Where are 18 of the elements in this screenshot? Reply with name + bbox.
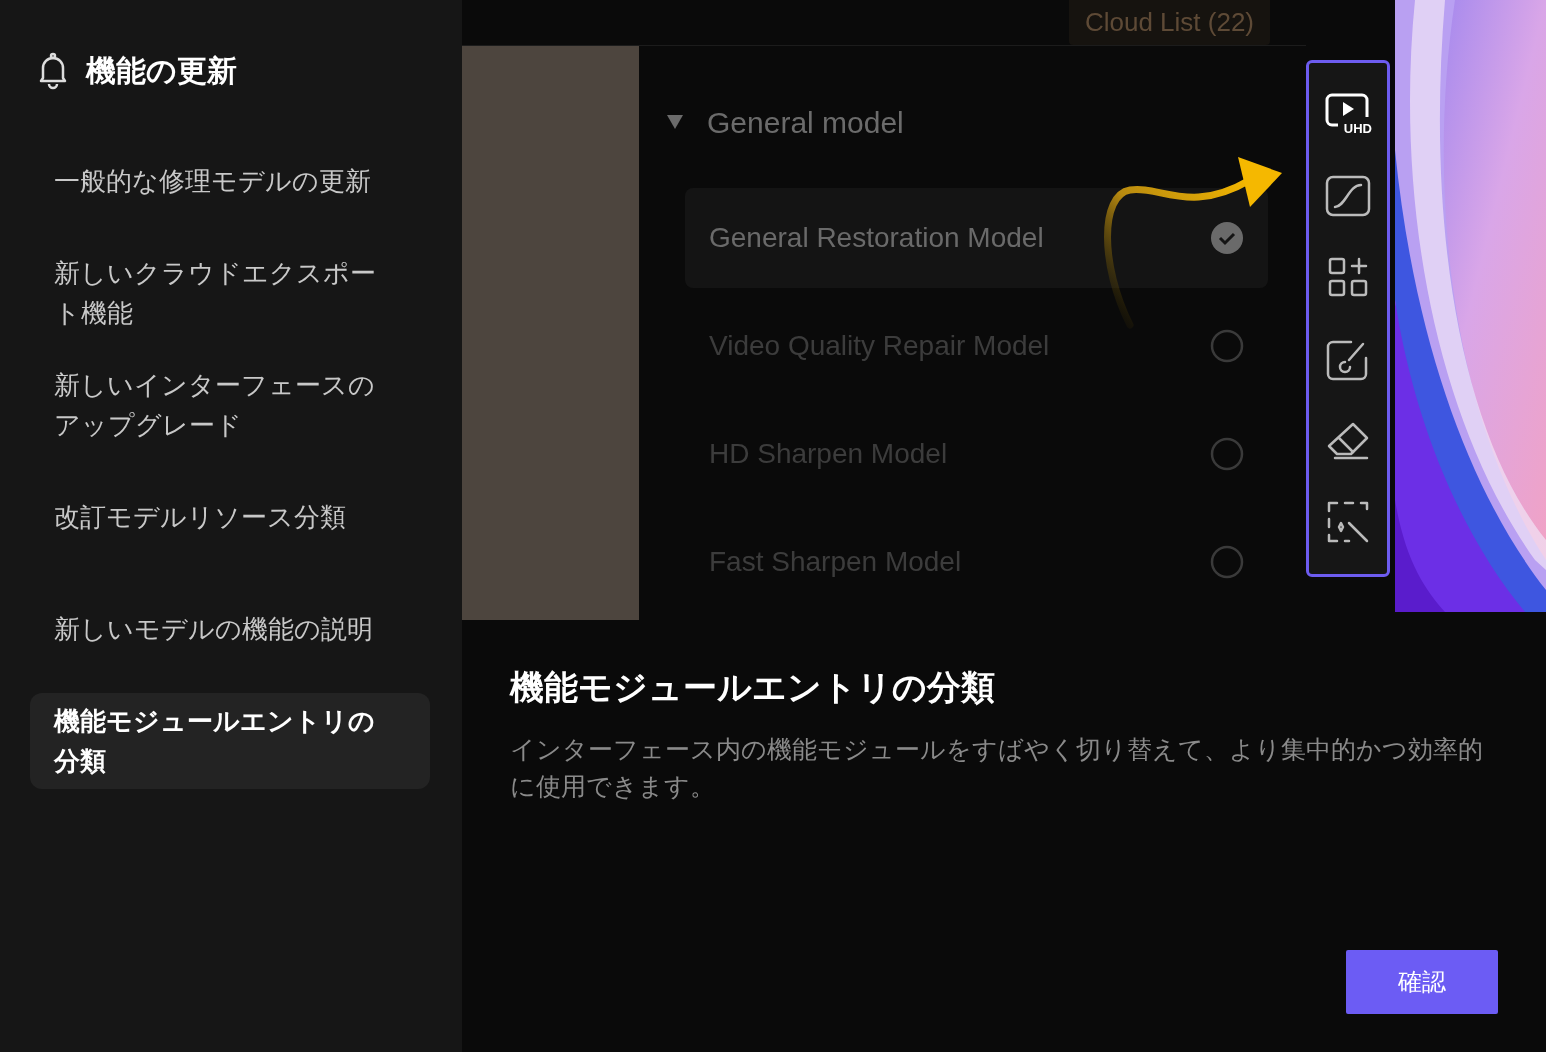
sidebar-title: 機能の更新 — [86, 53, 237, 89]
model-group[interactable]: General model — [667, 84, 1268, 160]
check-icon — [1210, 221, 1244, 255]
sidebar-item[interactable]: 新しいインターフェースのアップグレード — [30, 357, 430, 453]
radio-icon — [1210, 329, 1244, 363]
sidebar-item[interactable]: 新しいクラウドエクスポート機能 — [30, 245, 430, 341]
section-title: 機能モジュールエントリの分類 — [510, 667, 996, 708]
sidebar-item[interactable]: 機能モジュールエントリの分類 — [30, 693, 430, 789]
sidebar-item[interactable]: 一般的な修理モデルの更新 — [30, 133, 430, 229]
curve-icon[interactable] — [1325, 174, 1371, 217]
sidebar-item[interactable]: 新しいモデルの機能の説明 — [30, 581, 430, 677]
radio-icon — [1210, 545, 1244, 579]
section-description: インターフェース内の機能モジュールをすばやく切り替えて、より集中的かつ効率的に使用できます。 — [510, 734, 1484, 802]
eraser-icon[interactable] — [1325, 420, 1371, 461]
triangle-icon — [667, 115, 683, 129]
sidebar-item[interactable]: 改訂モデルリソース分類 — [30, 469, 430, 565]
radio-icon — [1210, 437, 1244, 471]
confirm-button[interactable]: 確認 — [1346, 950, 1498, 1014]
